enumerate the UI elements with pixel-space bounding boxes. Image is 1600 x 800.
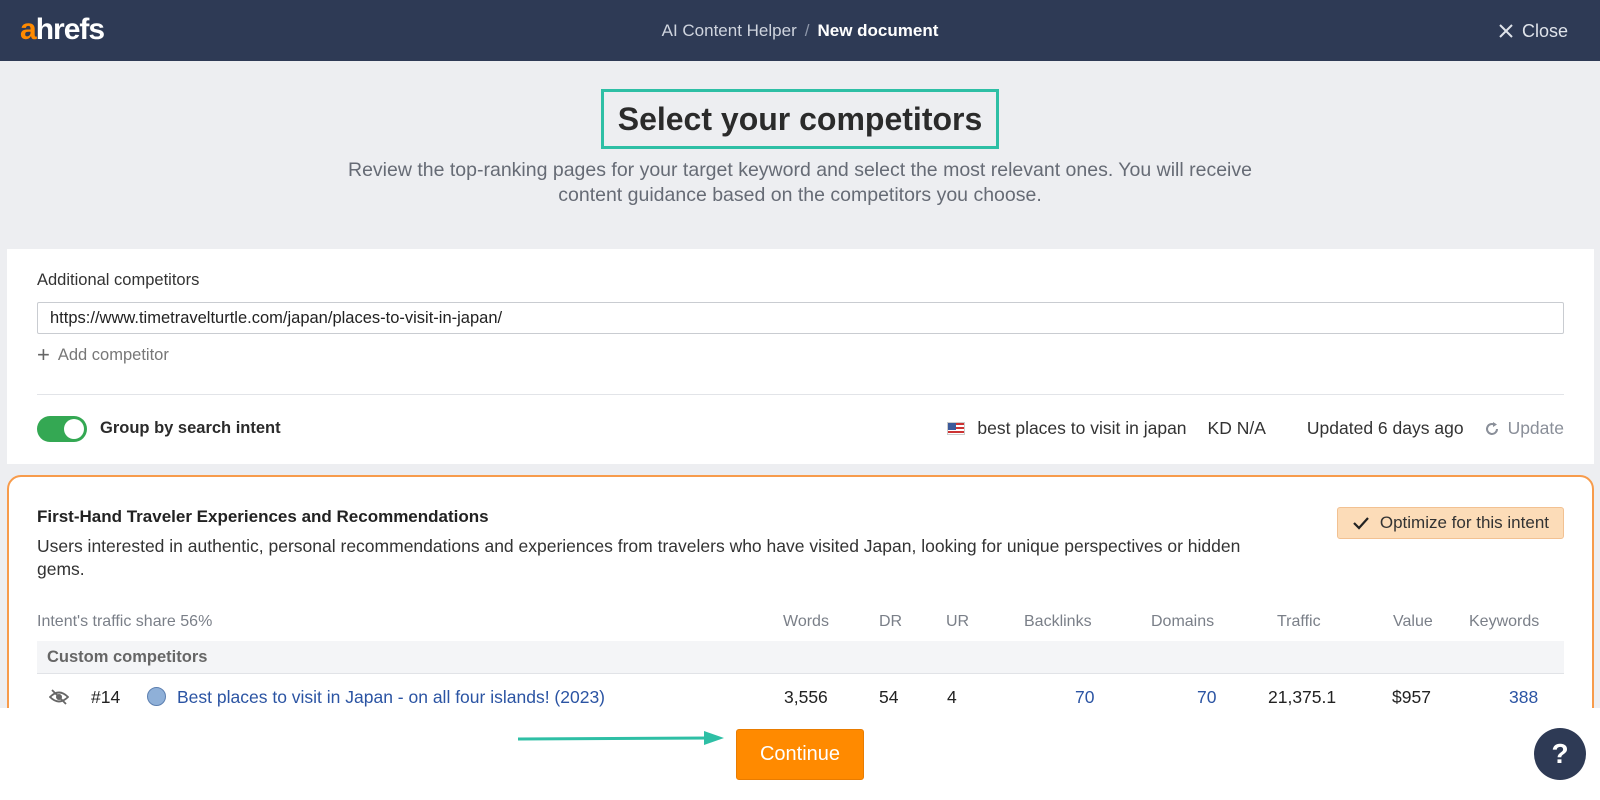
- column-header-words[interactable]: Words: [783, 613, 829, 631]
- row-dr: 54: [879, 687, 899, 707]
- column-header-dr[interactable]: DR: [879, 613, 902, 631]
- heading-highlight-box: Select your competitors: [600, 89, 1000, 149]
- check-icon: [1353, 517, 1369, 530]
- keyword-info: best places to visit in japan KD N/A Upd…: [947, 418, 1564, 439]
- row-keywords-link[interactable]: 388: [1509, 687, 1538, 708]
- page-title: Select your competitors: [617, 101, 983, 137]
- group-name: Custom competitors: [47, 648, 208, 666]
- plus-icon: +: [37, 342, 50, 367]
- intent-description: Users interested in authentic, personal …: [37, 536, 1241, 579]
- column-header-domains[interactable]: Domains: [1151, 613, 1214, 631]
- group-by-intent-label: Group by search intent: [100, 419, 281, 437]
- row-value: $957: [1392, 687, 1431, 707]
- column-header-keywords[interactable]: Keywords: [1469, 613, 1539, 631]
- breadcrumb: AI Content Helper / New document: [0, 20, 1600, 42]
- keyword-difficulty: KD N/A: [1207, 418, 1266, 438]
- intent-card: First-Hand Traveler Experiences and Reco…: [7, 475, 1594, 735]
- close-button[interactable]: Close: [1498, 20, 1568, 42]
- top-bar: ahrefs AI Content Helper / New document Cl…: [0, 0, 1600, 61]
- breadcrumb-parent[interactable]: AI Content Helper: [662, 21, 797, 40]
- target-keyword: best places to visit in japan: [977, 418, 1187, 438]
- column-header-value[interactable]: Value: [1393, 613, 1433, 631]
- row-traffic: 21,375.1: [1268, 687, 1337, 707]
- row-ur: 4: [947, 687, 957, 707]
- continue-button[interactable]: Continue: [736, 729, 864, 780]
- toggle-knob: [64, 419, 84, 439]
- footer-bar: Continue ?: [0, 708, 1600, 800]
- update-label: Update: [1507, 418, 1564, 438]
- row-backlinks-link[interactable]: 70: [1075, 687, 1094, 708]
- update-button[interactable]: Update: [1484, 418, 1564, 439]
- site-favicon-icon: [147, 687, 166, 706]
- row-rank: #14: [91, 687, 121, 707]
- traffic-share: Intent's traffic share 56%: [37, 613, 213, 630]
- updated-timestamp: Updated 6 days ago: [1306, 418, 1464, 438]
- group-by-intent-toggle[interactable]: [37, 416, 87, 442]
- close-label: Close: [1521, 21, 1568, 41]
- refresh-icon: [1485, 421, 1498, 435]
- us-flag-icon: [947, 422, 966, 435]
- column-header-traffic[interactable]: Traffic: [1277, 613, 1321, 631]
- row-words: 3,556: [784, 687, 828, 707]
- row-domains-link[interactable]: 70: [1197, 687, 1216, 708]
- competitors-panel: Additional competitors + Add competitor …: [7, 249, 1594, 464]
- intent-title: First-Hand Traveler Experiences and Reco…: [37, 507, 489, 526]
- breadcrumb-current: New document: [817, 21, 939, 40]
- optimize-for-intent-button[interactable]: Optimize for this intent: [1336, 507, 1564, 539]
- optimize-label: Optimize for this intent: [1379, 513, 1549, 532]
- eye-slash-icon[interactable]: [49, 688, 69, 706]
- add-competitor-label: Add competitor: [57, 345, 169, 364]
- page-heading: Select your competitors: [0, 89, 1600, 149]
- add-competitor-button[interactable]: + Add competitor: [37, 342, 169, 367]
- additional-competitors-label: Additional competitors: [37, 271, 200, 289]
- column-header-backlinks[interactable]: Backlinks: [1024, 613, 1092, 631]
- group-header-row: Custom competitors: [37, 641, 1564, 674]
- help-button[interactable]: ?: [1534, 728, 1586, 780]
- arrow-right-icon: [518, 731, 724, 745]
- row-page-title-link[interactable]: Best places to visit in Japan - on all f…: [177, 687, 605, 708]
- divider: [37, 394, 1564, 395]
- column-header-ur[interactable]: UR: [946, 613, 969, 631]
- competitor-url-input[interactable]: [37, 302, 1564, 334]
- page-subtitle: Review the top-ranking pages for your ta…: [348, 159, 1252, 206]
- close-icon: [1499, 24, 1513, 38]
- breadcrumb-separator: /: [804, 21, 810, 40]
